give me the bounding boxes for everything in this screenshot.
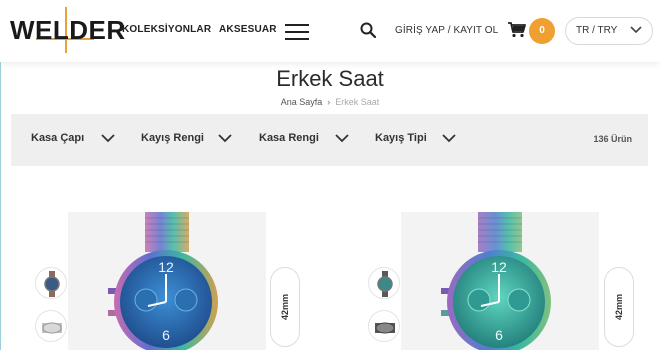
chevron-down-icon [101, 134, 115, 143]
size-option-pill[interactable]: 42mm [604, 267, 634, 347]
svg-text:6: 6 [162, 327, 170, 343]
color-variant-thumb[interactable] [35, 267, 67, 299]
filter-strap-color[interactable]: Kayış Rengi [141, 132, 232, 144]
product-image[interactable]: 12 6 [401, 212, 599, 350]
watch-image-teal: 12 6 [441, 212, 551, 350]
chevron-down-icon [442, 134, 456, 143]
nav-accessories[interactable]: AKSESUAR [219, 24, 277, 35]
breadcrumb-current: Erkek Saat [335, 97, 380, 107]
cart-count-badge[interactable]: 0 [529, 18, 555, 44]
color-variant-thumb[interactable] [368, 267, 400, 299]
search-icon[interactable] [360, 22, 376, 38]
cart-icon[interactable] [508, 22, 526, 38]
size-label: 42mm [614, 293, 624, 321]
chevron-down-icon [218, 134, 232, 143]
nav-collections[interactable]: KOLEKSİYONLAR [122, 24, 211, 35]
svg-text:12: 12 [491, 259, 507, 275]
welder-logo[interactable]: WELDER [10, 7, 125, 53]
svg-text:6: 6 [495, 327, 503, 343]
product-image[interactable]: 12 6 [68, 212, 266, 350]
filter-case-color[interactable]: Kasa Rengi [259, 132, 349, 144]
chevron-down-icon [335, 134, 349, 143]
watch-thumbnail-icon [42, 322, 62, 334]
page-title: Erkek Saat [276, 66, 384, 91]
breadcrumb-separator: › [327, 97, 331, 107]
filter-label: Kasa Rengi [259, 132, 319, 144]
filter-label: Kayış Tipi [375, 132, 427, 144]
svg-text:12: 12 [158, 259, 174, 275]
locale-select[interactable]: TR / TRY [565, 17, 653, 45]
watch-thumbnail-icon [375, 322, 395, 334]
filter-case-diameter[interactable]: Kasa Çapı [31, 132, 115, 144]
filter-label: Kasa Çapı [31, 132, 85, 144]
color-variant-thumb[interactable] [35, 310, 67, 342]
watch-thumbnail-icon [44, 271, 60, 297]
menu-icon[interactable] [285, 24, 309, 40]
filter-strap-type[interactable]: Kayış Tipi [375, 132, 456, 144]
login-register-link[interactable]: GİRİŞ YAP / KAYIT OL [395, 25, 498, 36]
locale-value: TR / TRY [576, 25, 618, 36]
filter-label: Kayış Rengi [141, 132, 204, 144]
size-label: 42mm [280, 293, 290, 321]
chevron-down-icon [630, 26, 642, 34]
breadcrumb: Ana Sayfa › Erkek Saat [0, 97, 660, 107]
site-header: WELDER KOLEKSİYONLAR AKSESUAR GİRİŞ YAP … [0, 0, 660, 62]
color-variant-thumb[interactable] [368, 310, 400, 342]
filter-bar: Kasa Çapı Kayış Rengi Kasa Rengi Kayış T… [11, 114, 648, 166]
breadcrumb-home[interactable]: Ana Sayfa [281, 97, 323, 107]
logo-text: WELDER [10, 15, 126, 45]
watch-thumbnail-icon [377, 271, 393, 297]
watch-image-rainbow: 12 6 [108, 212, 218, 350]
size-option-pill[interactable]: 42mm [270, 267, 300, 347]
product-count: 136 Ürün [593, 134, 632, 144]
